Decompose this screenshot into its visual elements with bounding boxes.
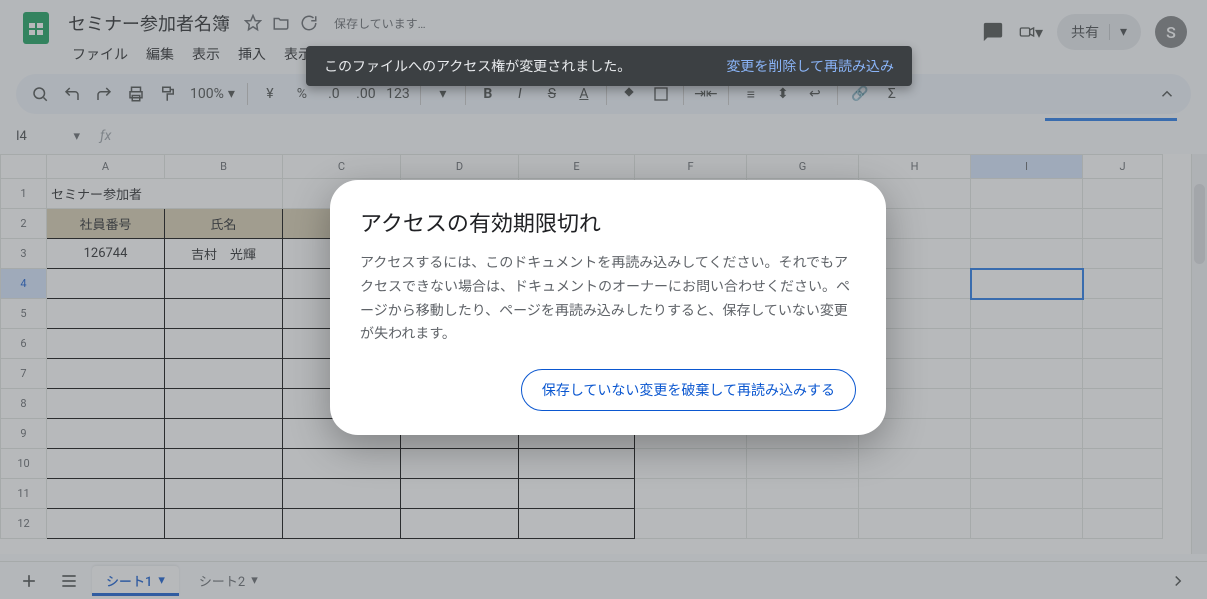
toast-action-link[interactable]: 変更を削除して再読み込み bbox=[726, 56, 894, 76]
toast-message: このファイルへのアクセス権が変更されました。 bbox=[324, 56, 631, 76]
access-changed-toast: このファイルへのアクセス権が変更されました。 変更を削除して再読み込み bbox=[306, 46, 912, 86]
access-expired-dialog: アクセスの有効期限切れ アクセスするには、このドキュメントを再読み込みしてくださ… bbox=[330, 180, 886, 435]
dialog-title: アクセスの有効期限切れ bbox=[360, 206, 856, 238]
dialog-body: アクセスするには、このドキュメントを再読み込みしてください。それでもアクセスでき… bbox=[360, 252, 856, 347]
discard-reload-button[interactable]: 保存していない変更を破棄して再読み込みする bbox=[521, 369, 856, 411]
